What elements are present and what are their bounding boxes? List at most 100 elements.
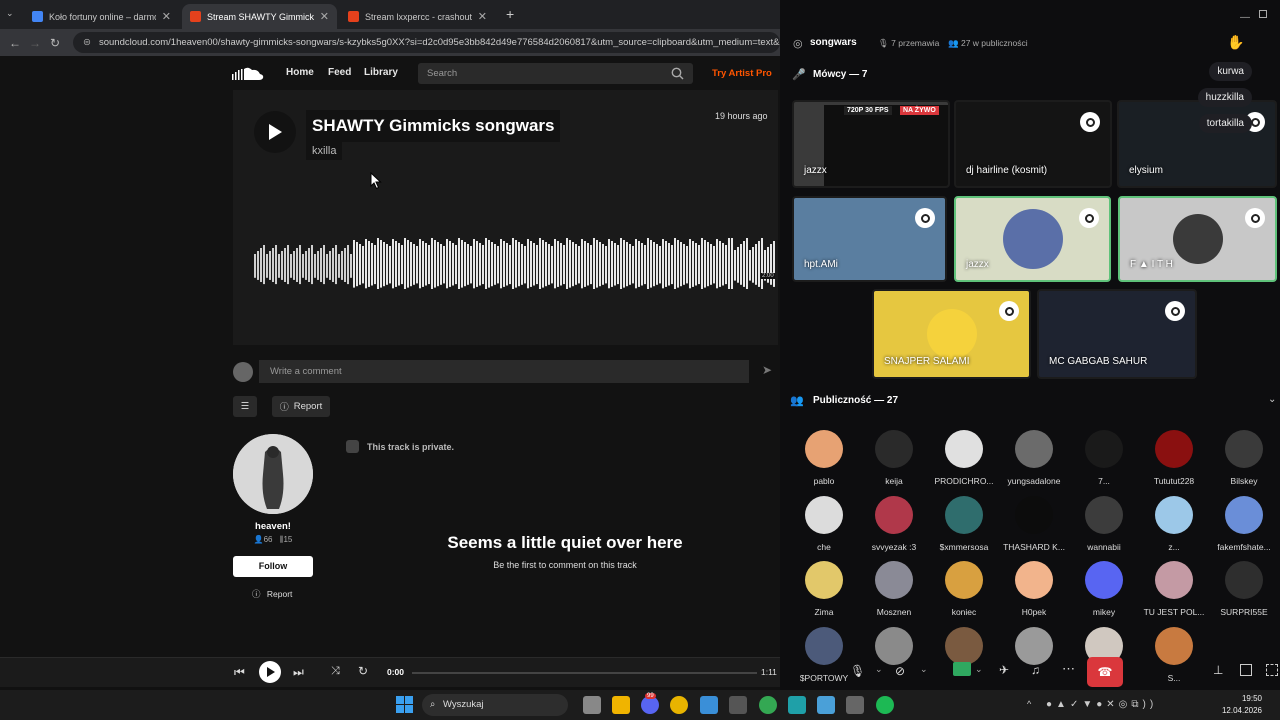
play-button[interactable] <box>254 111 296 153</box>
speaker-tile[interactable]: elysium <box>1117 100 1277 188</box>
audience-member[interactable]: $xmmersosa <box>929 495 999 552</box>
reload-button[interactable]: ↻ <box>45 36 65 50</box>
audience-member[interactable]: koniec <box>929 561 999 617</box>
settings-icon[interactable] <box>729 696 747 714</box>
speaker-tile[interactable]: F ▲ I T H <box>1118 196 1277 282</box>
chrome-icon[interactable] <box>670 696 688 714</box>
site-info-icon[interactable]: ⊜ <box>83 37 91 48</box>
send-comment-icon[interactable]: ➤ <box>762 363 772 377</box>
forward-button[interactable]: → <box>25 36 45 50</box>
browser-tab[interactable]: Stream SHAWTY Gimmicks son ✕ <box>182 4 337 29</box>
taskbar-search[interactable]: ⌕ Wyszukaj <box>422 694 568 716</box>
next-track-icon[interactable]: ⏭ <box>293 665 304 680</box>
audience-member[interactable]: yungsadalone <box>999 430 1069 486</box>
track-artist-link[interactable]: kxilla <box>306 142 343 160</box>
file-explorer-icon[interactable] <box>612 696 630 714</box>
popout-icon[interactable] <box>1240 664 1252 676</box>
tab-list-menu-icon[interactable]: ⌄ <box>6 8 14 19</box>
browser-tab[interactable]: Koło fortuny online – darmowe ✕ <box>24 4 179 29</box>
report-user-link[interactable]: ⓘ Report <box>252 588 292 600</box>
clock-time[interactable]: 19:50 <box>1222 694 1262 703</box>
waveform[interactable] <box>254 236 777 301</box>
share-options-chevron-icon[interactable]: ⌄ <box>975 664 983 675</box>
disconnect-button[interactable]: ☎ <box>1087 657 1123 687</box>
speaker-tile[interactable]: SNAJPER SALAMI <box>872 289 1031 379</box>
notepad-icon[interactable] <box>817 696 835 714</box>
audience-member[interactable]: Zima <box>789 561 859 617</box>
close-tab-icon[interactable]: ✕ <box>320 10 329 23</box>
browser-tab[interactable]: Stream lxxpercc - crashout by k ✕ <box>340 4 495 29</box>
soundcloud-logo-icon[interactable] <box>232 66 264 81</box>
uploader-name[interactable]: heaven! <box>233 521 313 532</box>
close-tab-icon[interactable]: ✕ <box>478 10 487 23</box>
comment-input[interactable]: Write a comment <box>259 360 749 383</box>
clock-date[interactable]: 12.04.2026 <box>1212 706 1262 715</box>
more-options-icon[interactable]: ⋯ <box>1062 661 1075 677</box>
audience-member[interactable]: pablo <box>789 430 859 486</box>
paint-icon[interactable] <box>700 696 718 714</box>
reaction-pill[interactable]: huzzkilla <box>1197 88 1252 107</box>
speaker-tile[interactable]: 720P 30 FPS NA ŻYWO jazzx <box>792 100 950 188</box>
repeat-icon[interactable]: ↻ <box>358 664 368 678</box>
activities-icon[interactable]: ✈ <box>999 663 1009 677</box>
tray-chevron-icon[interactable]: ^ <box>1027 699 1031 709</box>
audience-member[interactable]: SURPRI55E <box>1209 561 1279 617</box>
back-button[interactable]: ← <box>5 36 25 50</box>
close-tab-icon[interactable]: ✕ <box>162 10 171 23</box>
speaker-tile[interactable]: dj hairline (kosmit) <box>954 100 1112 188</box>
playlist-menu-button[interactable]: ☰ <box>233 396 257 417</box>
audience-member[interactable]: $PORTOWY <box>789 626 859 683</box>
search-input[interactable]: Search <box>418 63 693 84</box>
uploader-avatar[interactable] <box>233 434 313 514</box>
audience-member[interactable]: Tututut228 <box>1139 430 1209 486</box>
mic-options-chevron-icon[interactable]: ⌄ <box>875 664 883 675</box>
speaker-tile[interactable]: MC GABGAB SAHUR <box>1037 289 1197 379</box>
spotify-icon[interactable] <box>876 696 894 714</box>
audience-member[interactable]: Bilskey <box>1209 430 1279 486</box>
chrome-profile-icon[interactable] <box>759 696 777 714</box>
player-play-button[interactable] <box>259 661 281 683</box>
progress-bar[interactable] <box>412 672 757 674</box>
screen-share-icon[interactable] <box>953 662 971 676</box>
audience-member[interactable]: svvyezak :3 <box>859 495 929 552</box>
reaction-pill[interactable]: tortakilla <box>1198 114 1252 133</box>
reaction-pill[interactable]: kurwa <box>1209 62 1252 81</box>
nav-feed[interactable]: Feed <box>328 56 351 90</box>
speaker-tile[interactable]: jazzx <box>954 196 1111 282</box>
audience-member[interactable]: H0pek <box>999 561 1069 617</box>
search-icon[interactable] <box>671 67 684 80</box>
speaker-tile[interactable]: hpt.AMi <box>792 196 947 282</box>
collapse-audience-icon[interactable]: ⌄ <box>1268 394 1276 405</box>
shuffle-icon[interactable]: ⤨ <box>331 665 340 678</box>
audience-member[interactable]: THASHARD K... <box>999 495 1069 552</box>
audience-member[interactable]: TU JEST POL... <box>1139 561 1209 617</box>
windows-start-icon[interactable] <box>396 696 413 713</box>
camera-options-chevron-icon[interactable]: ⌄ <box>920 664 928 675</box>
window-minimize-icon[interactable]: — <box>1240 12 1250 23</box>
camera-off-icon[interactable]: ⊘ <box>895 664 905 678</box>
task-view-icon[interactable] <box>583 696 601 714</box>
try-artist-pro-link[interactable]: Try Artist Pro <box>712 68 772 79</box>
audience-member[interactable]: mikey <box>1069 561 1139 617</box>
pin-icon[interactable]: ⊥ <box>1213 663 1223 677</box>
audience-member[interactable]: che <box>789 495 859 552</box>
audience-member[interactable]: Mosznen <box>859 561 929 617</box>
calculator-icon[interactable] <box>846 696 864 714</box>
url-field[interactable]: ⊜ soundcloud.com/1heaven00/shawty-gimmic… <box>73 32 780 53</box>
window-maximize-icon[interactable] <box>1259 10 1267 18</box>
previous-track-icon[interactable]: ⏮ <box>234 665 245 680</box>
fullscreen-icon[interactable] <box>1266 664 1278 676</box>
new-tab-button[interactable]: + <box>506 6 514 22</box>
audience-member[interactable]: z... <box>1139 495 1209 552</box>
audience-member[interactable]: fakemfshate... <box>1209 495 1279 552</box>
soundboard-icon[interactable]: ♫ <box>1031 663 1040 677</box>
follow-button[interactable]: Follow <box>233 556 313 577</box>
report-button[interactable]: ⓘ Report <box>272 396 330 417</box>
audience-member[interactable]: 7... <box>1069 430 1139 486</box>
edge-icon[interactable] <box>788 696 806 714</box>
audience-member[interactable]: keija <box>859 430 929 486</box>
nav-home[interactable]: Home <box>286 56 314 90</box>
nav-library[interactable]: Library <box>364 56 398 90</box>
raise-hand-icon[interactable]: ✋ <box>1227 34 1244 51</box>
microphone-icon[interactable]: 🎙 <box>850 664 865 678</box>
